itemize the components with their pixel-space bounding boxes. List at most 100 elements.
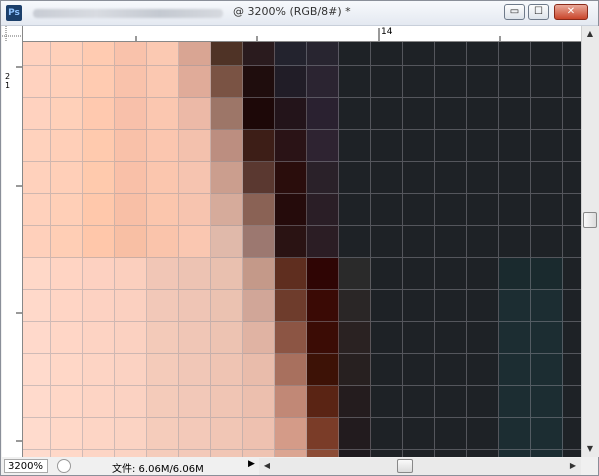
canvas-pixel — [499, 290, 531, 322]
horizontal-scroll-thumb[interactable] — [397, 459, 413, 473]
ruler-origin-icon — [2, 26, 22, 41]
canvas-pixel — [83, 98, 115, 130]
canvas-pixel — [179, 162, 211, 194]
canvas-pixel — [435, 98, 467, 130]
canvas-pixel — [467, 354, 499, 386]
canvas-pixel — [211, 450, 243, 457]
ruler-origin[interactable] — [2, 26, 23, 42]
ruler-top-label: 14 — [381, 27, 393, 37]
status-menu-arrow-icon[interactable]: ▶ — [248, 459, 255, 469]
vertical-scroll-thumb[interactable] — [583, 212, 597, 228]
vertical-ruler[interactable]: 2 1 — [2, 41, 23, 457]
canvas-pixel — [275, 418, 307, 450]
canvas-pixel — [467, 450, 499, 457]
canvas-pixel — [83, 42, 115, 66]
vertical-scrollbar[interactable]: ▲ ▼ — [581, 26, 599, 457]
canvas-pixel — [147, 290, 179, 322]
canvas-pixel — [147, 450, 179, 457]
close-button[interactable]: ✕ — [554, 4, 588, 20]
canvas-pixel — [23, 386, 51, 418]
canvas-pixel — [371, 130, 403, 162]
canvas-pixel — [435, 42, 467, 66]
minimize-button[interactable]: ▭ — [504, 4, 525, 20]
canvas-pixel — [115, 130, 147, 162]
canvas-pixel — [243, 450, 275, 457]
canvas-pixel — [307, 354, 339, 386]
canvas-pixel — [275, 450, 307, 457]
canvas-pixel — [23, 162, 51, 194]
canvas-pixel — [211, 290, 243, 322]
canvas-pixel — [563, 42, 581, 66]
canvas-pixel — [531, 354, 563, 386]
canvas-pixel — [51, 386, 83, 418]
canvas-pixel — [275, 290, 307, 322]
horizontal-ruler-ticks — [135, 28, 501, 41]
scroll-up-arrow-icon[interactable]: ▲ — [582, 26, 598, 42]
canvas-pixel — [51, 194, 83, 226]
canvas-pixel — [83, 354, 115, 386]
canvas-pixel — [83, 322, 115, 354]
canvas-pixel — [531, 162, 563, 194]
canvas-pixel — [51, 290, 83, 322]
canvas-pixel — [307, 226, 339, 258]
zoom-field[interactable]: 3200% — [4, 459, 48, 473]
canvas-pixel — [371, 322, 403, 354]
canvas-pixel — [403, 386, 435, 418]
canvas-pixel — [211, 258, 243, 290]
canvas-pixel — [211, 130, 243, 162]
maximize-button[interactable]: ☐ — [528, 4, 549, 20]
status-info-icon[interactable] — [57, 459, 71, 473]
canvas-pixel — [147, 258, 179, 290]
canvas-pixel — [275, 162, 307, 194]
canvas-pixel — [51, 130, 83, 162]
photoshop-app-icon: Ps — [6, 5, 22, 21]
title-bar[interactable]: Ps @ 3200% (RGB/8#) * ▭ ☐ ✕ — [1, 1, 598, 26]
canvas-pixel — [275, 66, 307, 98]
canvas-pixel — [467, 42, 499, 66]
canvas-pixel — [23, 66, 51, 98]
canvas-pixel — [51, 42, 83, 66]
canvas-pixel — [467, 162, 499, 194]
canvas-pixel — [339, 290, 371, 322]
canvas-pixel — [211, 386, 243, 418]
horizontal-ruler[interactable]: 14 — [23, 26, 581, 42]
canvas-pixel — [531, 98, 563, 130]
canvas-pixel — [371, 418, 403, 450]
canvas-pixel — [51, 418, 83, 450]
canvas-pixel — [83, 162, 115, 194]
canvas-pixel — [499, 258, 531, 290]
canvas-pixel — [51, 98, 83, 130]
canvas-pixel — [23, 450, 51, 457]
canvas-pixel — [467, 130, 499, 162]
canvas-pixel — [147, 98, 179, 130]
canvas-pixel — [499, 450, 531, 457]
scroll-right-arrow-icon[interactable]: ▶ — [565, 458, 581, 474]
blurred-filename — [33, 9, 223, 18]
scroll-left-arrow-icon[interactable]: ◀ — [259, 458, 275, 474]
canvas-pixel — [339, 322, 371, 354]
canvas-pixel — [211, 354, 243, 386]
canvas-pixel — [147, 130, 179, 162]
canvas-pixel — [211, 162, 243, 194]
window-title: @ 3200% (RGB/8#) * — [233, 5, 351, 18]
canvas-pixel — [147, 354, 179, 386]
canvas-pixel — [51, 162, 83, 194]
canvas-pixel — [403, 66, 435, 98]
canvas-pixel — [467, 322, 499, 354]
canvas-pixel — [467, 386, 499, 418]
scroll-down-arrow-icon[interactable]: ▼ — [582, 441, 598, 457]
canvas-pixel — [435, 450, 467, 457]
canvas-pixel — [179, 42, 211, 66]
canvas-pixel — [307, 290, 339, 322]
canvas-pixel — [243, 418, 275, 450]
image-canvas[interactable] — [23, 42, 581, 457]
canvas-pixel — [23, 130, 51, 162]
canvas-pixel — [403, 354, 435, 386]
canvas-pixel — [371, 42, 403, 66]
canvas-pixel — [51, 322, 83, 354]
canvas-pixel — [23, 42, 51, 66]
canvas-pixel — [499, 418, 531, 450]
canvas-pixel — [211, 322, 243, 354]
canvas-pixel — [435, 354, 467, 386]
horizontal-scrollbar[interactable]: ◀ ▶ — [259, 458, 581, 475]
